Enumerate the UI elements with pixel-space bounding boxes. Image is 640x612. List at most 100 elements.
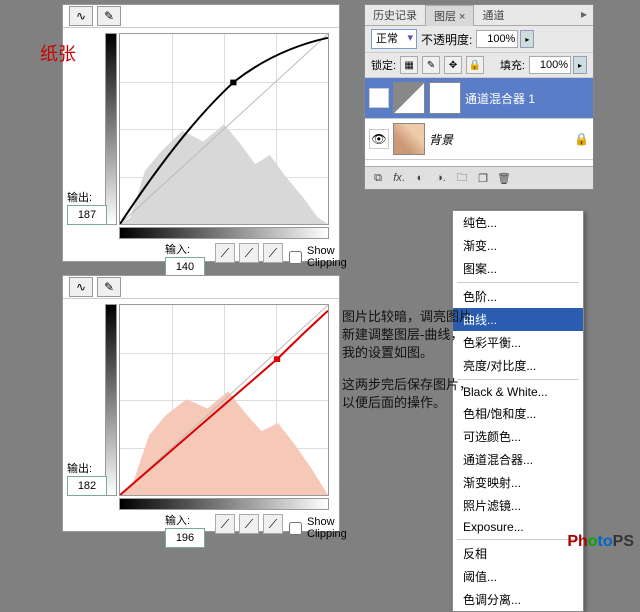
- lock-icon: 🔒: [574, 132, 589, 146]
- input-label: 输入:: [165, 244, 190, 256]
- input-input-1[interactable]: [165, 257, 205, 277]
- gray-point-icon[interactable]: ⟋: [239, 243, 259, 263]
- output-label: 输出:: [67, 463, 92, 475]
- curve-mode-icon[interactable]: ∿: [69, 277, 93, 297]
- black-point-icon[interactable]: ⟋: [215, 514, 235, 534]
- menu-item[interactable]: 图案...: [453, 257, 583, 280]
- curves-header-1: ∿ ✎: [63, 5, 339, 28]
- watermark: PhotoPS: [567, 533, 634, 551]
- input-box-1: 输入:: [165, 241, 205, 277]
- annotation-2: 新建调整图层-曲线，: [342, 326, 463, 344]
- adjustment-icon[interactable]: ◑.: [432, 169, 450, 187]
- fill-input[interactable]: [529, 56, 571, 74]
- panel-menu-icon[interactable]: ▸: [581, 7, 587, 21]
- adjustment-thumb-icon: [393, 82, 425, 114]
- fill-arrow-icon[interactable]: ▸: [573, 56, 587, 74]
- blend-mode-select[interactable]: 正常: [371, 29, 417, 49]
- menu-item[interactable]: 照片滤镜...: [453, 494, 583, 517]
- menu-item[interactable]: 渐变映射...: [453, 471, 583, 494]
- show-clipping-label: Show Clipping: [307, 516, 347, 540]
- x-gradient: [119, 227, 329, 239]
- show-clipping-checkbox[interactable]: [289, 251, 302, 264]
- input-box-2: 输入:: [165, 512, 205, 548]
- lock-label: 锁定:: [371, 57, 396, 73]
- lock-pixels-icon[interactable]: ✎: [422, 56, 440, 74]
- visibility-icon[interactable]: 👁: [369, 88, 389, 108]
- menu-item[interactable]: 色阶...: [453, 285, 583, 308]
- black-point-icon[interactable]: ⟋: [215, 243, 235, 263]
- menu-item[interactable]: Exposure...: [453, 517, 583, 537]
- new-layer-icon[interactable]: ❐: [474, 169, 492, 187]
- link-icon[interactable]: ⧉: [369, 169, 387, 187]
- visibility-icon[interactable]: 👁: [369, 129, 389, 149]
- curve-grid-2[interactable]: [119, 304, 329, 496]
- white-point-icon[interactable]: ⟋: [263, 243, 283, 263]
- layers-footer: ⧉ fx. ◐ ◑. 🗀 ❐ 🗑: [365, 166, 593, 189]
- menu-separator: [457, 379, 579, 380]
- output-box-1: 输出:: [67, 189, 101, 225]
- menu-item[interactable]: 色相/饱和度...: [453, 402, 583, 425]
- eyedroppers-2: ⟋ ⟋ ⟋: [215, 514, 283, 534]
- bg-thumb-icon: [393, 123, 425, 155]
- menu-item[interactable]: 通道混合器...: [453, 448, 583, 471]
- annotation-1: 图片比较暗，调亮图片: [342, 308, 472, 326]
- input-input-2[interactable]: [165, 528, 205, 548]
- layers-panel: 历史记录 图层 × 通道 ▸ 正常 不透明度: ▸ 锁定: ▦ ✎ ✥ 🔒 填充…: [364, 4, 594, 190]
- gray-point-icon[interactable]: ⟋: [239, 514, 259, 534]
- paper-label-1: 纸张: [40, 40, 76, 66]
- input-label: 输入:: [165, 515, 190, 527]
- menu-item[interactable]: 阈值...: [453, 565, 583, 588]
- show-clipping-1[interactable]: Show Clipping: [285, 245, 347, 269]
- menu-item[interactable]: 色彩平衡...: [453, 331, 583, 354]
- mask-thumb-icon: [429, 82, 461, 114]
- fill-label: 填充:: [500, 57, 525, 73]
- show-clipping-checkbox[interactable]: [289, 522, 302, 535]
- menu-item[interactable]: 渐变...: [453, 234, 583, 257]
- x-gradient-2: [119, 498, 329, 510]
- menu-item[interactable]: 反相: [453, 542, 583, 565]
- lock-all-icon[interactable]: 🔒: [466, 56, 484, 74]
- layer-row-adjustment[interactable]: 👁 通道混合器 1: [365, 78, 593, 119]
- mask-icon[interactable]: ◐: [411, 169, 429, 187]
- annotation-5: 以便后面的操作。: [342, 394, 446, 412]
- pencil-mode-icon[interactable]: ✎: [97, 277, 121, 297]
- tab-channels[interactable]: 通道: [474, 5, 512, 25]
- curves-panel-2: ∿ ✎ 输出: 输入: ⟋ ⟋ ⟋ Show Clipping: [62, 275, 340, 532]
- fx-icon[interactable]: fx.: [390, 169, 408, 187]
- menu-item[interactable]: 亮度/对比度...: [453, 354, 583, 377]
- menu-item[interactable]: 纯色...: [453, 211, 583, 234]
- layer-name: 背景: [429, 131, 453, 148]
- layer-row-background[interactable]: 👁 背景 🔒: [365, 119, 593, 160]
- trash-icon[interactable]: 🗑: [495, 169, 513, 187]
- curve-mode-icon[interactable]: ∿: [69, 6, 93, 26]
- output-input-2[interactable]: [67, 476, 107, 496]
- menu-item[interactable]: 可选颜色...: [453, 425, 583, 448]
- layers-list: 👁 通道混合器 1 👁 背景 🔒: [365, 78, 593, 166]
- output-label: 输出:: [67, 192, 92, 204]
- menu-item[interactable]: Black & White...: [453, 382, 583, 402]
- lock-position-icon[interactable]: ✥: [444, 56, 462, 74]
- output-input-1[interactable]: [67, 205, 107, 225]
- menu-item[interactable]: 曲线...: [453, 308, 583, 331]
- opacity-input[interactable]: [476, 30, 518, 48]
- group-icon[interactable]: 🗀: [453, 169, 471, 187]
- curve-grid-1[interactable]: [119, 33, 329, 225]
- adjustment-menu: 纯色...渐变...图案... 色阶...曲线...色彩平衡...亮度/对比度..…: [452, 210, 584, 612]
- pencil-mode-icon[interactable]: ✎: [97, 6, 121, 26]
- menu-separator: [457, 282, 579, 283]
- show-clipping-2[interactable]: Show Clipping: [285, 516, 347, 540]
- annotation-3: 我的设置如图。: [342, 344, 433, 362]
- show-clipping-label: Show Clipping: [307, 245, 347, 269]
- curves-header-2: ∿ ✎: [63, 276, 339, 299]
- lock-row: 锁定: ▦ ✎ ✥ 🔒 填充: ▸: [365, 53, 593, 78]
- panel-tabs: 历史记录 图层 × 通道 ▸: [365, 5, 593, 26]
- tab-layers[interactable]: 图层 ×: [425, 5, 474, 26]
- tab-history[interactable]: 历史记录: [365, 5, 425, 25]
- opacity-control: ▸: [476, 30, 534, 48]
- menu-item[interactable]: 色调分离...: [453, 588, 583, 611]
- lock-transparent-icon[interactable]: ▦: [400, 56, 418, 74]
- y-gradient-2: [105, 304, 117, 496]
- opacity-arrow-icon[interactable]: ▸: [520, 30, 534, 48]
- eyedroppers-1: ⟋ ⟋ ⟋: [215, 243, 283, 263]
- white-point-icon[interactable]: ⟋: [263, 514, 283, 534]
